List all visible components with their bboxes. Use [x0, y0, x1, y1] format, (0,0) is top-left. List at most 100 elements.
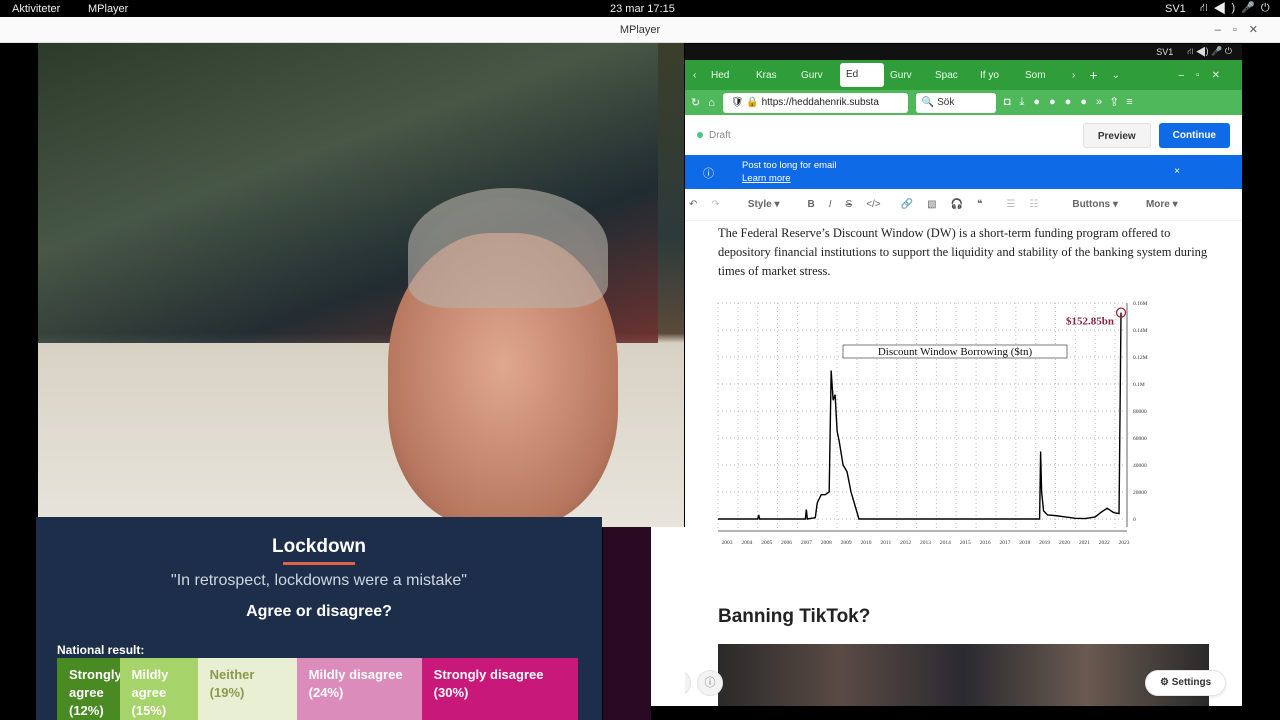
tab-list-icon[interactable]: ⌄ — [1112, 70, 1120, 81]
browser-window-controls[interactable]: –▫✕ — [1179, 70, 1233, 81]
tray-icons: ⛙ ◀) 🎤 ⏻ — [1187, 46, 1232, 56]
y-tick-label: 0.14M — [1133, 328, 1148, 334]
x-tick-label: 2015 — [960, 540, 971, 546]
numbered-list-icon[interactable]: ☷ — [1029, 199, 1038, 210]
audio-icon[interactable]: 🎧 — [951, 199, 963, 210]
learn-more-link[interactable]: Learn more — [742, 173, 791, 184]
close-banner-icon[interactable]: × — [1174, 166, 1180, 177]
data-series-line — [718, 312, 1122, 520]
continue-button[interactable]: Continue — [1158, 122, 1230, 148]
undo-icon[interactable]: ↶ — [689, 199, 697, 210]
poll-card: Lockdown "In retrospect, lockdowns were … — [36, 517, 602, 720]
result-label: Neither — [209, 667, 255, 682]
tab-bar: ‹ Hed Kras Gurv Ed Gurv Spac If yo Som › + ⌄ –▫… — [685, 60, 1242, 90]
app-menu[interactable]: MPlayer — [88, 3, 128, 15]
language-indicator[interactable]: SV1 — [1165, 3, 1186, 15]
draft-status-dot — [697, 132, 703, 138]
x-tick-label: 2016 — [980, 540, 991, 546]
reload-icon[interactable]: ↻ — [691, 96, 700, 109]
redo-icon[interactable]: ↷ — [711, 199, 719, 210]
post-body[interactable]: The Federal Reserve’s Discount Window (D… — [685, 224, 1242, 706]
window-title: MPlayer — [619, 24, 661, 36]
activities-button[interactable]: Aktiviteter — [12, 3, 60, 15]
result-percent: (24%) — [308, 685, 344, 700]
title-underline — [283, 562, 355, 565]
home-icon[interactable]: ⌂ — [708, 97, 715, 109]
browser-tab[interactable]: Gurv — [795, 70, 840, 81]
browser-tab[interactable]: Hed — [705, 70, 750, 81]
new-tab-icon[interactable]: + — [1089, 67, 1097, 83]
browser-tab[interactable]: Spac — [929, 70, 974, 81]
window-controls[interactable]: –▫✕ — [1215, 17, 1270, 43]
browser-tab[interactable]: Som — [1019, 70, 1064, 81]
image-icon[interactable]: ▧ — [927, 199, 936, 210]
y-tick-label: 0.1M — [1133, 382, 1145, 388]
post-heading[interactable]: Banning TikTok? — [718, 607, 1209, 626]
result-bar: Strongly disagree (30%) — [421, 658, 578, 720]
browser-tab[interactable]: Kras — [750, 70, 795, 81]
clock[interactable]: 23 mar 17:15 — [610, 3, 675, 15]
browser-tab[interactable]: Gurv — [884, 70, 929, 81]
draft-status: Draft — [709, 129, 731, 141]
nav-bar: ↻ ⌂ 🛡 🔒 https://heddahenrik.substa 🔍 Sök… — [685, 90, 1242, 115]
result-bar: Mildly agree (15%) — [119, 658, 198, 720]
browser-tab[interactable]: If yo — [974, 70, 1019, 81]
buttons-dropdown[interactable]: Buttons ▾ — [1072, 199, 1118, 210]
more-dropdown[interactable]: More ▾ — [1146, 199, 1178, 210]
desktop-background — [603, 527, 651, 720]
tabs-forward-icon[interactable]: › — [1072, 70, 1075, 81]
back-tabs-icon[interactable]: ‹ — [685, 70, 705, 81]
result-bars: Strongly agree (12%) Mildly agree (15%) Neit… — [57, 658, 578, 720]
x-tick-label: 2005 — [761, 540, 772, 546]
x-tick-label: 2014 — [940, 540, 951, 546]
x-tick-label: 2012 — [900, 540, 911, 546]
italic-icon[interactable]: I — [829, 199, 832, 210]
url-text: https://heddahenrik.substa — [761, 96, 879, 108]
info-button[interactable]: ⓘ — [697, 670, 723, 696]
preview-button[interactable]: Preview — [1082, 122, 1151, 148]
bullet-list-icon[interactable]: ☰ — [1006, 199, 1015, 210]
bold-icon[interactable]: B — [808, 199, 815, 210]
x-tick-label: 2009 — [841, 540, 852, 546]
url-bar[interactable]: 🛡 🔒 https://heddahenrik.substa — [722, 92, 908, 113]
page-extension — [651, 527, 685, 706]
x-tick-label: 2018 — [1019, 540, 1030, 546]
info-icon: ⓘ — [703, 168, 714, 180]
x-tick-label: 2007 — [801, 540, 812, 546]
tiktok-hearing-image[interactable] — [718, 644, 1209, 706]
result-bar: Strongly agree (12%) — [57, 658, 122, 720]
y-tick-label: 0.12M — [1133, 355, 1148, 361]
x-tick-label: 2023 — [1119, 540, 1130, 546]
webcam-video — [38, 43, 684, 527]
x-tick-label: 2021 — [1079, 540, 1090, 546]
discount-window-chart: 0 20000 40000 60000 80000 0.1M 0.12M 0.14M 0.16M… — [717, 301, 1148, 546]
x-tick-label: 2010 — [860, 540, 871, 546]
x-tick-label: 2017 — [999, 540, 1010, 546]
y-tick-label: 60000 — [1133, 436, 1147, 442]
browser-tab[interactable]: Ed — [840, 63, 884, 87]
chart-title: Discount Window Borrowing ($tn) — [878, 346, 1033, 358]
y-tick-label: 0 — [1133, 517, 1136, 523]
result-percent: (15%) — [131, 703, 167, 718]
style-dropdown[interactable]: Style ▾ — [748, 199, 780, 210]
code-icon[interactable]: </> — [866, 199, 880, 210]
result-bar: Neither (19%) — [197, 658, 297, 720]
strikethrough-icon[interactable]: S — [846, 199, 853, 210]
system-tray-icons[interactable]: ⛙◀)🎤⏻ — [1200, 1, 1276, 16]
system-top-bar: Aktiviteter MPlayer 23 mar 17:15 SV1 ⛙◀)… — [0, 0, 1280, 17]
post-paragraph[interactable]: The Federal Reserve’s Discount Window (D… — [718, 224, 1209, 281]
result-label: Strongly disagree — [433, 667, 544, 682]
nested-system-bar: SV1 ⛙ ◀) 🎤 ⏻ — [685, 44, 1242, 60]
poll-question: Agree or disagree? — [246, 603, 392, 620]
extension-icons[interactable]: ◘⤓●●●●»⇪≡ — [1004, 96, 1142, 109]
result-bar: Mildly disagree (24%) — [296, 658, 422, 720]
x-tick-label: 2003 — [722, 540, 733, 546]
settings-button[interactable]: ⚙ Settings — [1145, 670, 1227, 696]
search-input[interactable]: 🔍 Sök — [915, 92, 996, 113]
y-tick-label: 40000 — [1133, 463, 1147, 469]
result-label: Mildly disagree — [308, 667, 403, 682]
link-icon[interactable]: 🔗 — [901, 199, 913, 210]
quote-icon[interactable]: ❝ — [977, 199, 982, 210]
x-tick-label: 2011 — [880, 540, 891, 546]
x-tick-label: 2022 — [1099, 540, 1110, 546]
